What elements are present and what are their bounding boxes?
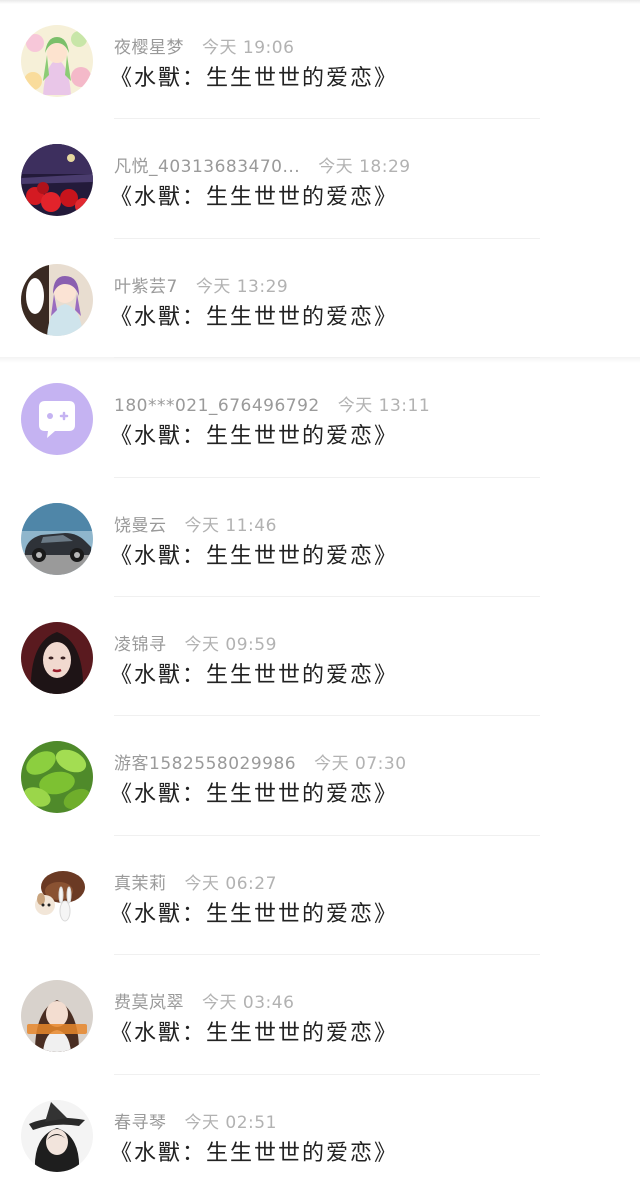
avatar[interactable] bbox=[21, 383, 93, 456]
list-item[interactable]: 180***021_676496792 今天 13:11 《水獸：生生世世的爱恋》 bbox=[0, 358, 640, 478]
message-preview: 《水獸：生生世世的爱恋》 bbox=[110, 662, 399, 688]
item-meta: 叶紫芸7 今天 13:29 bbox=[114, 272, 288, 297]
sender-name: 180***021_676496792 bbox=[114, 396, 320, 417]
list-item[interactable]: 春寻琴 今天 02:51 《水獸：生生世世的爱恋》 bbox=[0, 1075, 640, 1194]
avatar[interactable] bbox=[21, 980, 93, 1053]
item-meta: 180***021_676496792 今天 13:11 bbox=[114, 391, 430, 416]
sender-name: 夜樱星梦 bbox=[114, 38, 184, 58]
message-preview: 《水獸：生生世世的爱恋》 bbox=[110, 185, 399, 211]
message-preview: 《水獸：生生世世的爱恋》 bbox=[110, 424, 399, 450]
black-hat-character-icon bbox=[21, 1099, 93, 1172]
message-preview: 《水獸：生生世世的爱恋》 bbox=[110, 304, 399, 330]
list-item[interactable]: 夜樱星梦 今天 19:06 《水獸：生生世世的爱恋》 bbox=[0, 0, 640, 120]
item-meta: 夜樱星梦 今天 19:06 bbox=[114, 33, 294, 58]
avatar[interactable] bbox=[21, 263, 93, 336]
item-meta: 凡悦_40313683470... 今天 18:29 bbox=[114, 152, 411, 177]
message-preview: 《水獸：生生世世的爱恋》 bbox=[110, 901, 399, 927]
timestamp: 今天 11:46 bbox=[184, 515, 277, 536]
timestamp: 今天 02:51 bbox=[184, 1112, 277, 1133]
message-preview: 《水獸：生生世世的爱恋》 bbox=[110, 543, 399, 569]
green-leaves-icon bbox=[21, 741, 93, 814]
timestamp: 今天 07:30 bbox=[314, 754, 407, 775]
portrait-woman-icon bbox=[21, 621, 93, 694]
sender-name: 真茉莉 bbox=[114, 873, 167, 894]
timestamp: 今天 13:11 bbox=[337, 396, 431, 417]
list-item[interactable]: 费莫岚翠 今天 03:46 《水獸：生生世世的爱恋》 bbox=[0, 955, 640, 1075]
timestamp: 今天 09:59 bbox=[184, 634, 277, 655]
sender-name: 游客1582558029986 bbox=[114, 754, 297, 775]
item-meta: 游客1582558029986 今天 07:30 bbox=[114, 749, 407, 774]
avatar[interactable] bbox=[21, 621, 93, 694]
list-item[interactable]: 饶曼云 今天 11:46 《水獸：生生世世的爱恋》 bbox=[0, 478, 640, 597]
conversation-list: 夜樱星梦 今天 19:06 《水獸：生生世世的爱恋》 凡悦_40313683470… bbox=[0, 0, 640, 1194]
avatar[interactable] bbox=[21, 502, 93, 575]
list-item[interactable]: 游客1582558029986 今天 07:30 《水獸：生生世世的爱恋》 bbox=[0, 716, 640, 836]
list-item[interactable]: 凡悦_40313683470... 今天 18:29 《水獸：生生世世的爱恋》 bbox=[0, 119, 640, 239]
sender-name: 费莫岚翠 bbox=[114, 993, 184, 1014]
sender-name: 饶曼云 bbox=[114, 515, 167, 536]
sender-name: 凌锦寻 bbox=[114, 634, 167, 655]
avatar[interactable] bbox=[21, 741, 93, 814]
timestamp: 今天 13:29 bbox=[195, 276, 289, 297]
cartoon-pets-icon bbox=[21, 860, 93, 933]
anime-purple-hair-icon bbox=[21, 263, 93, 336]
list-item[interactable]: 真茉莉 今天 06:27 《水獸：生生世世的爱恋》 bbox=[0, 836, 640, 956]
sender-name: 春寻琴 bbox=[114, 1112, 167, 1133]
avatar[interactable] bbox=[21, 144, 93, 217]
timestamp: 今天 19:06 bbox=[202, 38, 295, 58]
girl-photo-icon bbox=[21, 980, 93, 1053]
message-preview: 《水獸：生生世世的爱恋》 bbox=[110, 66, 399, 91]
sender-name: 叶紫芸7 bbox=[114, 276, 178, 297]
avatar[interactable] bbox=[21, 860, 93, 933]
chat-bubble-icon bbox=[21, 383, 93, 456]
message-preview: 《水獸：生生世世的爱恋》 bbox=[110, 1021, 399, 1047]
list-item[interactable]: 凌锦寻 今天 09:59 《水獸：生生世世的爱恋》 bbox=[0, 597, 640, 717]
timestamp: 今天 03:46 bbox=[202, 993, 295, 1014]
car-icon bbox=[21, 502, 93, 575]
item-meta: 真茉莉 今天 06:27 bbox=[114, 869, 277, 894]
item-meta: 饶曼云 今天 11:46 bbox=[114, 511, 277, 536]
sender-name: 凡悦_40313683470... bbox=[114, 157, 301, 178]
message-preview: 《水獸：生生世世的爱恋》 bbox=[110, 1140, 399, 1166]
timestamp: 今天 18:29 bbox=[318, 157, 411, 178]
item-meta: 凌锦寻 今天 09:59 bbox=[114, 630, 277, 655]
timestamp: 今天 06:27 bbox=[184, 873, 277, 894]
avatar[interactable] bbox=[21, 25, 93, 97]
item-meta: 春寻琴 今天 02:51 bbox=[114, 1108, 277, 1133]
avatar[interactable] bbox=[21, 1099, 93, 1172]
red-spider-lily-icon bbox=[21, 144, 93, 217]
message-preview: 《水獸：生生世世的爱恋》 bbox=[110, 782, 399, 808]
list-item[interactable]: 叶紫芸7 今天 13:29 《水獸：生生世世的爱恋》 bbox=[0, 239, 640, 359]
anime-girl-flowers-icon bbox=[21, 25, 93, 97]
item-meta: 费莫岚翠 今天 03:46 bbox=[114, 988, 294, 1013]
